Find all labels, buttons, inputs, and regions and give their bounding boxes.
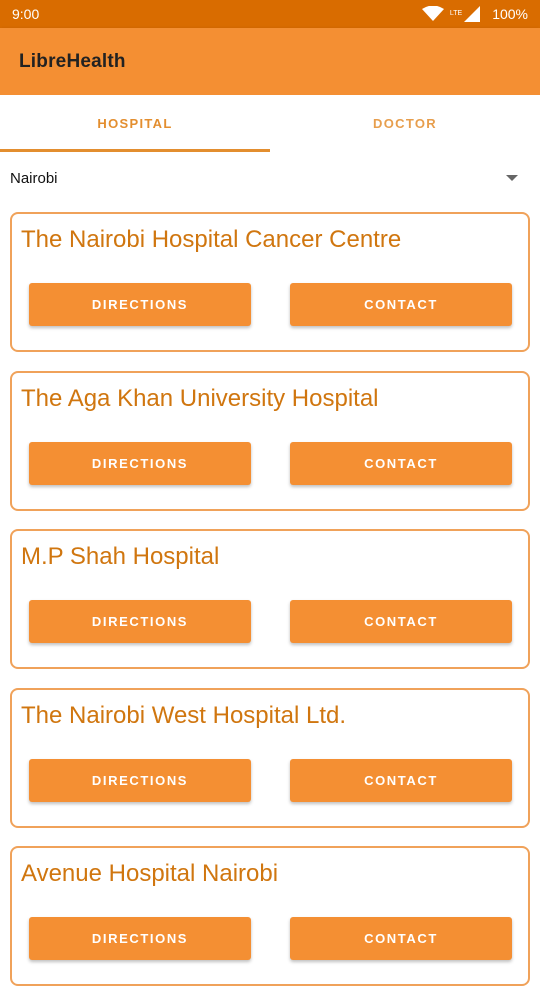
- tab-bar: HOSPITAL DOCTOR: [0, 95, 540, 152]
- hospital-card: M.P Shah Hospital DIRECTIONS CONTACT: [10, 529, 530, 669]
- contact-button[interactable]: CONTACT: [290, 917, 512, 960]
- location-spinner[interactable]: Nairobi: [0, 160, 540, 196]
- directions-button[interactable]: DIRECTIONS: [29, 917, 251, 960]
- tab-hospital[interactable]: HOSPITAL: [0, 95, 270, 152]
- hospital-name: The Nairobi West Hospital Ltd.: [21, 702, 347, 729]
- hospital-name: The Aga Khan University Hospital: [21, 385, 379, 412]
- location-spinner-value: Nairobi: [10, 169, 58, 187]
- dropdown-arrow-icon: [506, 175, 518, 181]
- hospital-name: Avenue Hospital Nairobi: [21, 860, 279, 887]
- status-bar: 9:00 LTE 100%: [0, 0, 540, 28]
- signal-icon: [464, 6, 481, 22]
- directions-button[interactable]: DIRECTIONS: [29, 283, 251, 326]
- status-icons: LTE 100%: [421, 6, 528, 22]
- app-bar: LibreHealth: [0, 28, 540, 95]
- battery-level: 100%: [492, 6, 528, 22]
- directions-button[interactable]: DIRECTIONS: [29, 600, 251, 643]
- contact-button[interactable]: CONTACT: [290, 759, 512, 802]
- directions-button[interactable]: DIRECTIONS: [29, 442, 251, 485]
- app-title: LibreHealth: [19, 50, 126, 72]
- wifi-icon: [421, 6, 444, 21]
- hospital-name: The Nairobi Hospital Cancer Centre: [21, 226, 402, 253]
- hospital-card: The Aga Khan University Hospital DIRECTI…: [10, 371, 530, 511]
- hospital-card: Avenue Hospital Nairobi DIRECTIONS CONTA…: [10, 846, 530, 986]
- directions-button[interactable]: DIRECTIONS: [29, 759, 251, 802]
- contact-button[interactable]: CONTACT: [290, 600, 512, 643]
- status-time: 9:00: [12, 6, 40, 22]
- hospital-card: The Nairobi West Hospital Ltd. DIRECTION…: [10, 688, 530, 828]
- network-type-label: LTE: [449, 10, 463, 17]
- tab-doctor[interactable]: DOCTOR: [270, 95, 540, 152]
- contact-button[interactable]: CONTACT: [290, 442, 512, 485]
- hospital-card: The Nairobi Hospital Cancer Centre DIREC…: [10, 212, 530, 352]
- contact-button[interactable]: CONTACT: [290, 283, 512, 326]
- hospital-name: M.P Shah Hospital: [21, 543, 220, 570]
